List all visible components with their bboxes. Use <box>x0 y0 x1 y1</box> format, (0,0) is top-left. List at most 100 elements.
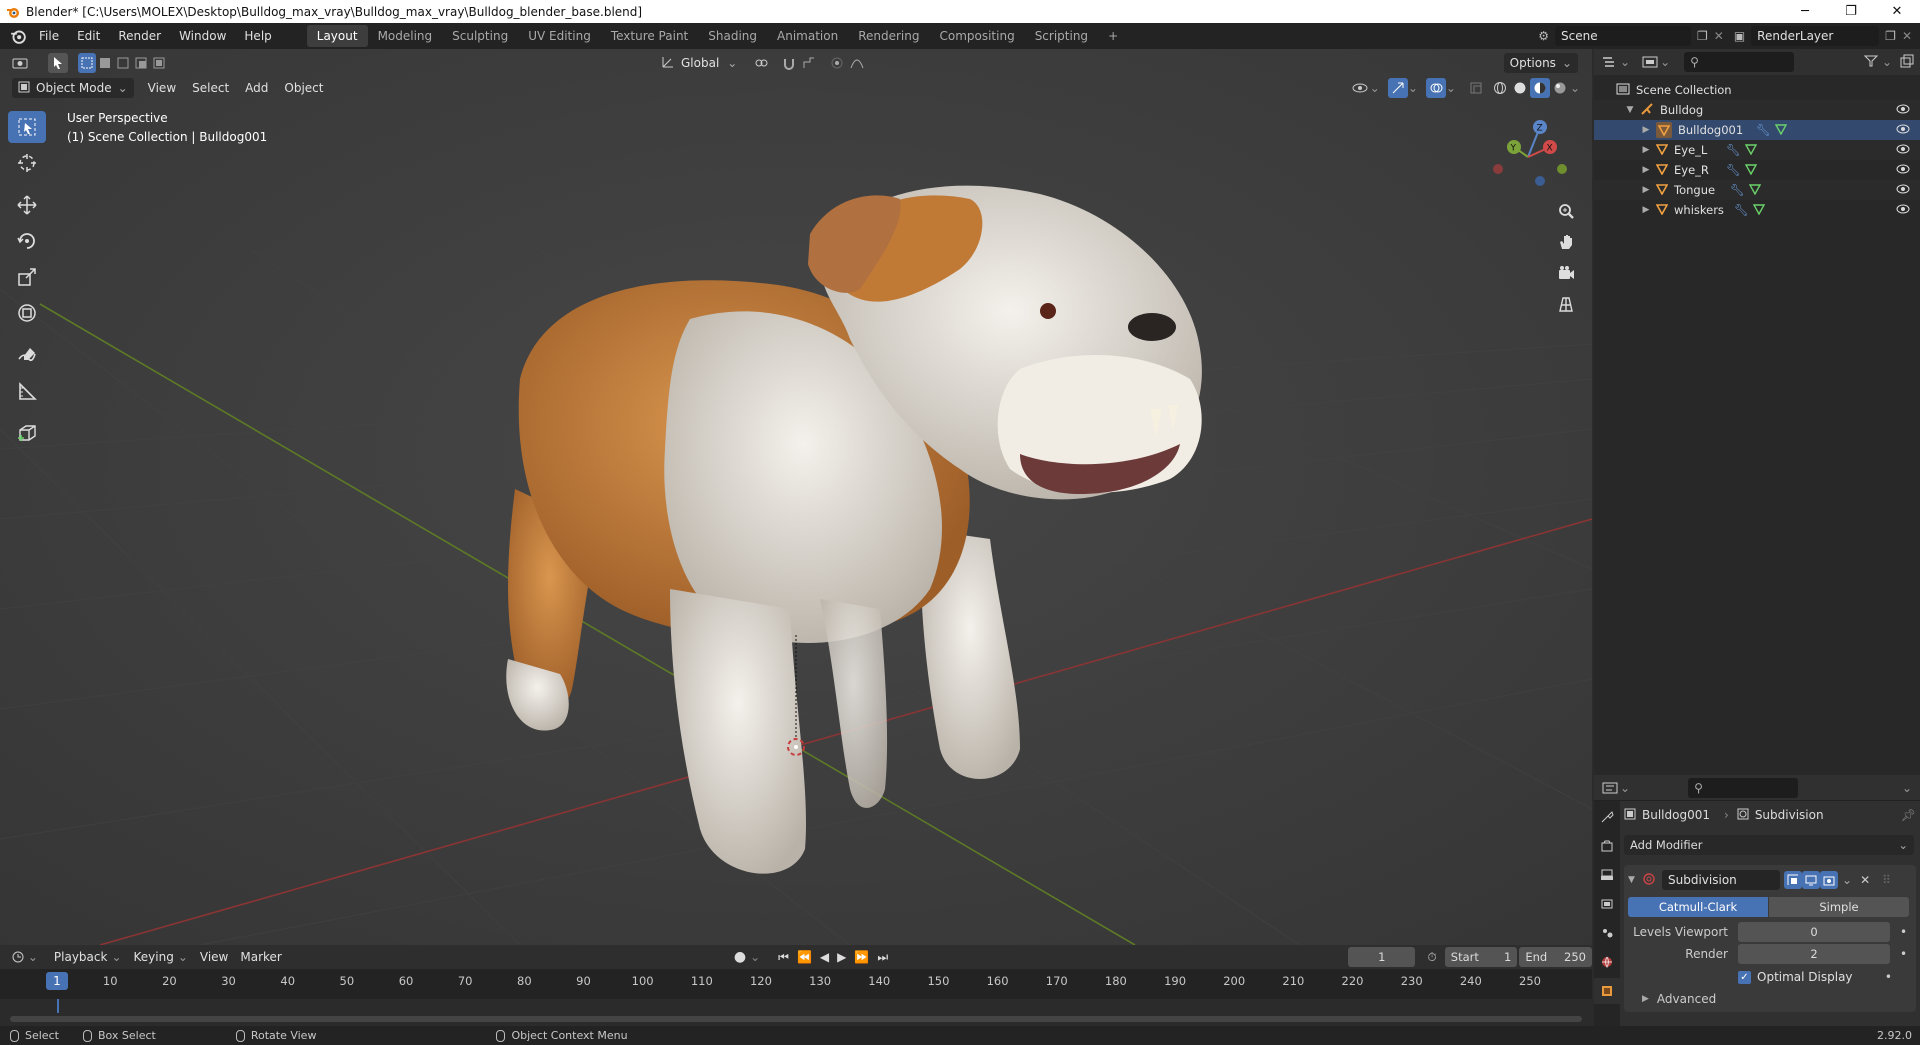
menu-help[interactable]: Help <box>235 29 280 43</box>
mesh-data-icon[interactable] <box>1748 183 1761 198</box>
outliner-row-eye-r[interactable]: ▶ Eye_R 🔧︎ <box>1594 160 1920 180</box>
modifier-wrench-icon[interactable]: 🔧︎ <box>1726 143 1741 157</box>
rotate-tool[interactable] <box>8 225 46 257</box>
add-modifier-dropdown[interactable]: Add Modifier ⌄ <box>1624 835 1914 855</box>
properties-search-input[interactable]: ⚲ <box>1688 777 1799 798</box>
pin-icon[interactable]: 📌︎ <box>1901 808 1916 822</box>
mesh-data-icon[interactable] <box>1774 123 1787 138</box>
mesh-data-icon[interactable] <box>1752 203 1765 218</box>
new-scene-icon[interactable]: ❐ <box>1697 29 1708 43</box>
properties-editor-type-icon[interactable] <box>1600 778 1620 798</box>
outliner-row-bulldog001[interactable]: ▶ Bulldog001 🔧︎ <box>1594 120 1920 140</box>
collapse-down-icon[interactable]: ▼ <box>1628 875 1640 885</box>
visibility-eye-icon[interactable] <box>1896 203 1910 217</box>
menu-add[interactable]: Add <box>239 78 274 98</box>
menu-file[interactable]: File <box>30 29 68 43</box>
select-extend-icon[interactable] <box>96 53 114 73</box>
tab-rendering[interactable]: Rendering <box>848 25 929 47</box>
output-tab-icon[interactable] <box>1594 862 1620 888</box>
playback-menu[interactable]: Playback ⌄ <box>48 947 128 967</box>
tab-uv-editing[interactable]: UV Editing <box>518 25 601 47</box>
playhead[interactable]: 1 <box>46 972 68 990</box>
jump-to-keyframe-prev-icon[interactable]: ⏪ <box>797 950 812 964</box>
modifier-wrench-icon[interactable]: 🔧︎ <box>1730 183 1745 197</box>
outliner-row-eye-l[interactable]: ▶ Eye_L 🔧︎ <box>1594 140 1920 160</box>
keyframe-dot-icon[interactable]: • <box>1900 947 1907 961</box>
outliner-row-bulldog-collection[interactable]: ▼ Bulldog <box>1594 100 1920 120</box>
chevron-down-icon[interactable]: ⌄ <box>750 950 760 964</box>
menu-select[interactable]: Select <box>186 78 235 98</box>
shading-material-icon[interactable] <box>1529 78 1550 98</box>
modifier-wrench-icon[interactable]: 🔧︎ <box>1756 123 1771 137</box>
drag-handle-icon[interactable]: ⠿ <box>1882 873 1891 887</box>
show-gizmo-icon[interactable] <box>1387 78 1408 98</box>
outliner-search-input[interactable]: ⚲ <box>1684 52 1795 72</box>
visibility-eye-icon[interactable] <box>1896 103 1910 117</box>
snap-target-icon[interactable] <box>799 53 819 73</box>
zoom-icon[interactable] <box>1552 197 1580 225</box>
marker-menu[interactable]: Marker <box>234 947 287 967</box>
visibility-eye-icon[interactable] <box>1896 163 1910 177</box>
select-subtract-icon[interactable] <box>114 53 132 73</box>
start-frame-field[interactable]: Start 1 <box>1444 947 1518 967</box>
tab-texture-paint[interactable]: Texture Paint <box>601 25 698 47</box>
new-render-layer-icon[interactable]: ❐ <box>1885 29 1896 43</box>
delete-render-layer-icon[interactable]: ✕ <box>1902 29 1912 43</box>
blender-menu-icon[interactable] <box>6 28 30 44</box>
mode-dropdown[interactable]: Object Mode ⌄ <box>12 78 134 98</box>
modifier-wrench-icon[interactable]: 🔧︎ <box>1734 203 1749 217</box>
menu-window[interactable]: Window <box>170 29 235 43</box>
add-cube-tool[interactable] <box>8 417 46 449</box>
select-box-tool[interactable] <box>8 111 46 143</box>
3d-viewport[interactable]: Global ⌄ Options ⌄ Object Mode ⌄ View Se… <box>0 49 1592 945</box>
outliner-editor-type-icon[interactable] <box>1600 52 1620 72</box>
expand-right-icon[interactable]: ▶ <box>1640 165 1652 175</box>
shading-wireframe-icon[interactable] <box>1490 78 1510 98</box>
render-levels-field[interactable]: 2 <box>1738 944 1890 964</box>
transform-tool[interactable] <box>8 297 46 329</box>
select-new-icon[interactable] <box>78 53 96 73</box>
chevron-down-icon[interactable]: ⌄ <box>1902 781 1912 795</box>
mesh-data-icon[interactable] <box>1744 163 1757 178</box>
timeline-view-menu[interactable]: View <box>194 947 234 967</box>
close-icon[interactable]: ✕ <box>1860 873 1870 887</box>
scene-tab-icon[interactable] <box>1594 920 1620 946</box>
visibility-filter-icon[interactable] <box>1350 78 1370 98</box>
optimal-display-checkbox[interactable]: ✓ <box>1738 970 1751 984</box>
pan-hand-icon[interactable] <box>1552 228 1580 256</box>
modifier-wrench-icon[interactable]: 🔧︎ <box>1726 163 1741 177</box>
falloff-curve-icon[interactable] <box>847 53 867 73</box>
camera-view-icon[interactable] <box>1552 259 1580 287</box>
scene-selector[interactable]: Scene <box>1555 26 1691 46</box>
editor-type-icon[interactable] <box>10 53 30 73</box>
cursor-tool[interactable] <box>8 147 46 179</box>
modifier-name-field[interactable]: Subdivision <box>1662 870 1780 890</box>
tab-animation[interactable]: Animation <box>767 25 848 47</box>
object-tab-icon[interactable] <box>1594 978 1620 1004</box>
outliner-row-whiskers[interactable]: ▶ whiskers 🔧︎ <box>1594 200 1920 220</box>
mesh-data-icon[interactable] <box>1744 143 1757 158</box>
timeline-ruler[interactable]: 1 10 20 30 40 50 60 70 80 90 100 110 120 130 140 150 16… <box>0 969 1592 999</box>
select-intersect-icon[interactable] <box>150 53 168 73</box>
scale-tool[interactable] <box>8 261 46 293</box>
jump-to-keyframe-next-icon[interactable]: ⏩ <box>854 950 869 964</box>
tab-compositing[interactable]: Compositing <box>929 25 1024 47</box>
render-layer-selector[interactable]: RenderLayer <box>1751 26 1880 46</box>
keyframe-dot-icon[interactable]: • <box>1885 970 1892 984</box>
expand-right-icon[interactable]: ▶ <box>1640 185 1652 195</box>
add-workspace-button[interactable]: + <box>1098 25 1128 47</box>
snap-icon[interactable] <box>779 53 799 73</box>
visibility-eye-icon[interactable] <box>1896 143 1910 157</box>
expand-right-icon[interactable]: ▶ <box>1640 205 1652 215</box>
chevron-down-icon[interactable]: ⌄ <box>1842 873 1852 887</box>
keying-menu[interactable]: Keying ⌄ <box>128 947 194 967</box>
filter-icon[interactable] <box>1863 55 1879 70</box>
end-frame-field[interactable]: End 250 <box>1519 947 1592 967</box>
menu-view[interactable]: View <box>142 78 182 98</box>
render-tab-icon[interactable] <box>1594 833 1620 859</box>
tab-scripting[interactable]: Scripting <box>1025 25 1098 47</box>
expand-right-icon[interactable]: ▶ <box>1640 125 1652 135</box>
pivot-point-icon[interactable] <box>751 53 771 73</box>
render-layer-icon[interactable]: ▣ <box>1734 29 1745 43</box>
simple-button[interactable]: Simple <box>1769 897 1909 917</box>
